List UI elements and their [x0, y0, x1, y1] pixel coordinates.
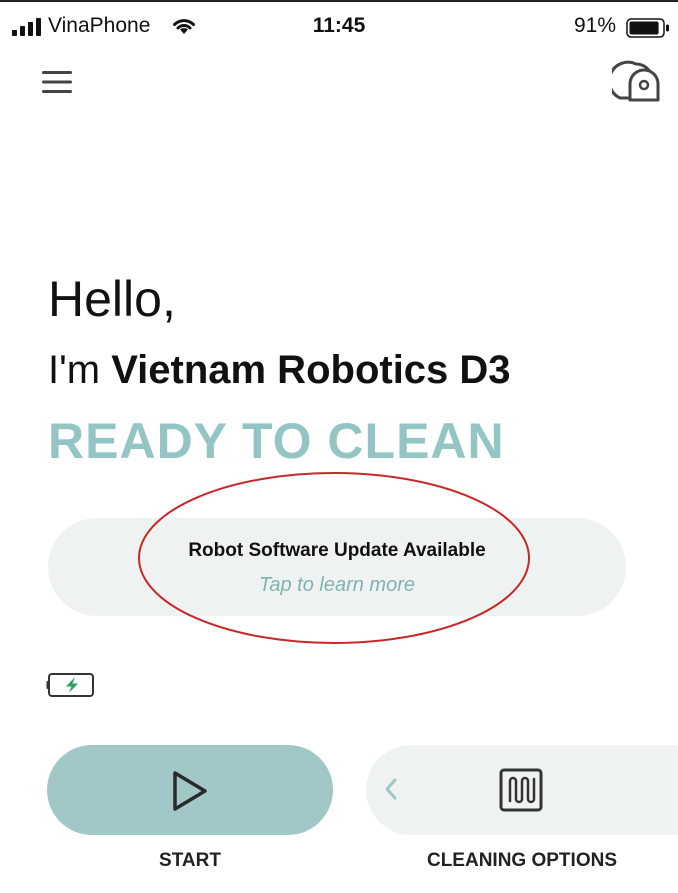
robot-intro: I'm Vietnam Robotics D3 — [48, 348, 511, 393]
start-button[interactable] — [47, 745, 333, 835]
hello-heading: Hello, — [48, 271, 176, 327]
update-subtitle: Tap to learn more — [258, 574, 415, 596]
software-update-banner[interactable]: Robot Software Update Available Tap to l… — [48, 518, 626, 616]
top-border — [0, 0, 678, 2]
play-icon — [173, 771, 207, 811]
intro-prefix: I'm — [48, 348, 112, 392]
cleaning-pattern-icon — [499, 768, 543, 812]
battery-charging-icon — [46, 673, 94, 697]
robot-status: READY TO CLEAN — [48, 413, 505, 469]
hamburger-menu-icon[interactable] — [40, 68, 74, 96]
robot-vacuum-icon[interactable] — [612, 58, 662, 104]
robot-name: Vietnam Robotics D3 — [111, 348, 511, 392]
update-title: Robot Software Update Available — [188, 540, 486, 561]
battery-percent: 91% — [573, 14, 616, 37]
chevron-left-icon — [385, 778, 397, 800]
phone-battery-icon — [626, 18, 669, 38]
status-bar: VinaPhone 11:45 91% — [0, 6, 678, 44]
start-label: START — [159, 850, 221, 871]
cleaning-options-button[interactable] — [366, 745, 678, 835]
cleaning-options-label: CLEANING OPTIONS — [426, 850, 617, 871]
